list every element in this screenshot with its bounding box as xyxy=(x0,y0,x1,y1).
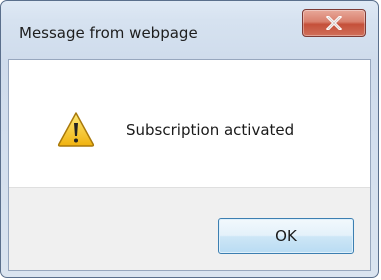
message-dialog: Message from webpage Subscription activa… xyxy=(0,0,379,278)
message-area: Subscription activated xyxy=(9,60,370,187)
dialog-message: Subscription activated xyxy=(126,121,295,139)
dialog-footer: OK xyxy=(9,187,370,270)
dialog-title: Message from webpage xyxy=(19,24,198,42)
dialog-titlebar[interactable]: Message from webpage xyxy=(1,1,378,59)
warning-icon xyxy=(57,112,95,147)
close-icon xyxy=(326,16,342,30)
close-button[interactable] xyxy=(302,9,366,37)
dialog-body: Subscription activated OK xyxy=(8,59,371,271)
ok-button[interactable]: OK xyxy=(218,218,354,254)
